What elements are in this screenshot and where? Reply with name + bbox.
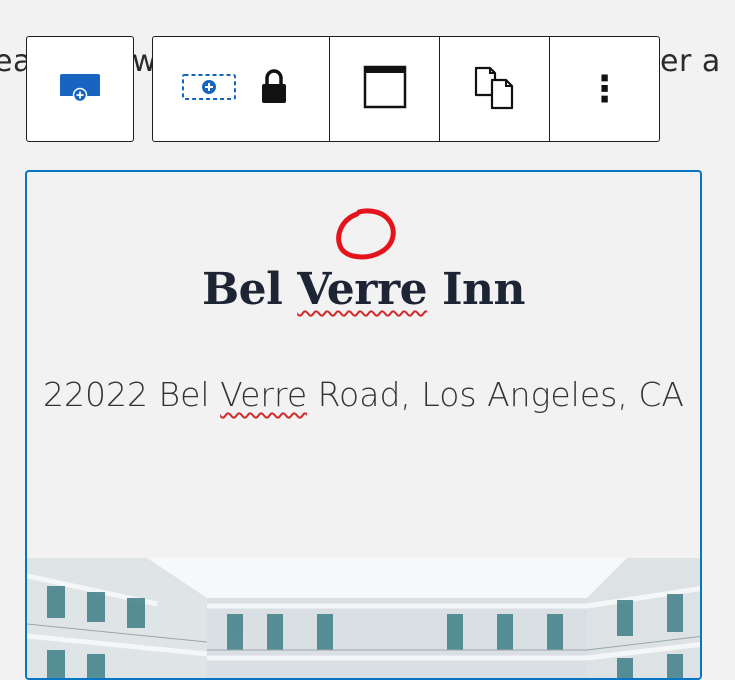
more-options-icon: ⋮ (586, 68, 623, 110)
block-type-button[interactable] (27, 37, 132, 141)
inn-address[interactable]: 22022 Bel Verre Road, Los Angeles, CA (27, 364, 700, 426)
block-controls-group: ⋮ (152, 36, 660, 142)
lock-button[interactable] (243, 37, 305, 141)
hotel-photo[interactable] (27, 558, 700, 678)
more-options-button[interactable]: ⋮ (549, 37, 659, 141)
duplicate-button[interactable] (439, 37, 549, 141)
misspelled-word: Verre (297, 264, 428, 315)
block-type-group (26, 36, 134, 142)
duplicate-icon (472, 64, 518, 114)
full-height-icon (363, 65, 407, 113)
full-height-button[interactable] (329, 37, 439, 141)
add-inner-block-icon (181, 71, 237, 107)
cover-block-icon (56, 70, 104, 108)
inn-title[interactable]: Bel Verre Inn (27, 264, 700, 315)
lock-icon (259, 67, 289, 111)
background-text-fragment: er a (660, 44, 721, 79)
cover-block[interactable]: Bel Verre Inn 22022 Bel Verre Road, Los … (25, 170, 702, 680)
annotation-circle (329, 206, 401, 266)
misspelled-word: Verre (220, 375, 308, 414)
